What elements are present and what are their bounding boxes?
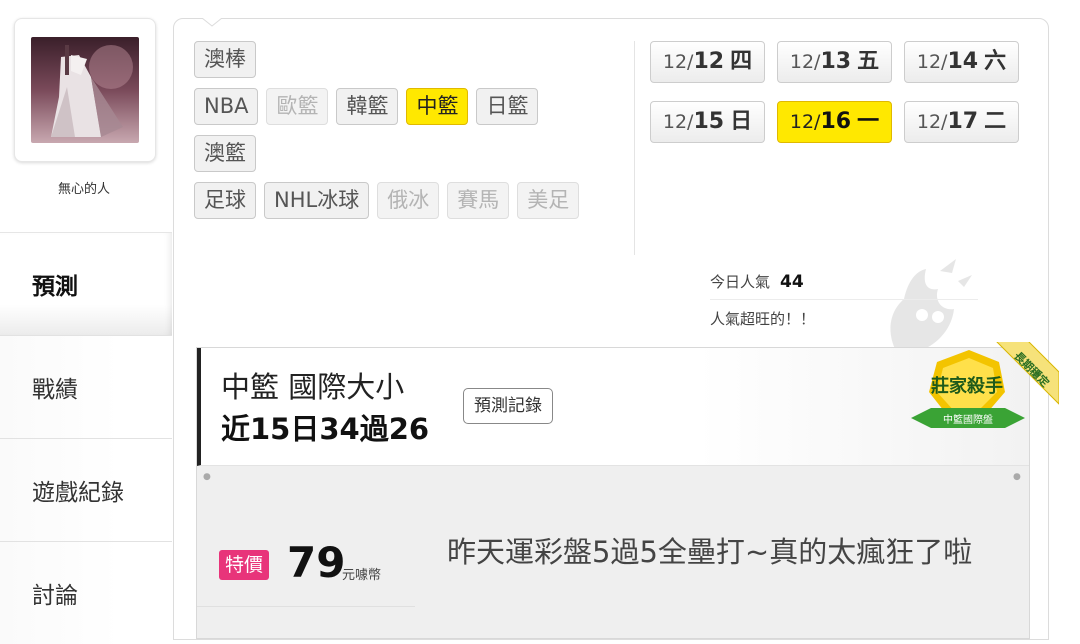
- league-filter: 澳棒 NBA 歐籃 韓籃 中籃 日籃 澳籃 足球 NHL冰球 俄冰 賽馬 美足: [194, 41, 624, 229]
- league-row: 足球 NHL冰球 俄冰 賽馬 美足: [194, 182, 624, 219]
- pin-icon: ●: [1013, 472, 1021, 482]
- nav-item-game-history[interactable]: 遊戲紀錄: [0, 438, 172, 541]
- date-chip-12-12[interactable]: 12/12 四: [650, 41, 765, 83]
- username[interactable]: 無心的人: [0, 178, 168, 197]
- main-panel: 澳棒 NBA 歐籃 韓籃 中籃 日籃 澳籃 足球 NHL冰球 俄冰 賽馬 美足 …: [173, 18, 1059, 640]
- date-chip-12-15[interactable]: 12/15 日: [650, 101, 765, 143]
- date-row: 12/15 日 12/16 一 12/17 二: [650, 101, 1030, 143]
- nav-item-record[interactable]: 戰績: [0, 335, 172, 438]
- league-chip-american-football: 美足: [517, 182, 580, 219]
- league-chip-nhl[interactable]: NHL冰球: [264, 182, 370, 219]
- date-selector: 12/12 四 12/13 五 12/14 六 12/15 日 12/16 一 …: [650, 41, 1030, 161]
- nav-item-predict[interactable]: 預測: [0, 232, 172, 335]
- prediction-card-header: 中籃 國際大小 近15日34過26 預測記錄 莊家殺手 中籃國際盤 長期穩定: [197, 342, 1059, 466]
- badge-subtitle: 中籃國際盤: [943, 413, 993, 426]
- popularity-panel: 今日人氣 44 人氣超旺的！！: [710, 265, 980, 329]
- league-chip-russia-hockey: 俄冰: [377, 182, 440, 219]
- popularity-status: 人氣超旺的！！: [710, 310, 816, 328]
- league-chip-aus-baseball[interactable]: 澳棒: [194, 41, 256, 78]
- date-chip-12-13[interactable]: 12/13 五: [777, 41, 892, 83]
- avatar[interactable]: [31, 37, 139, 143]
- league-chip-euro-basketball: 歐籃: [266, 88, 329, 125]
- league-chip-korea-basketball[interactable]: 韓籃: [336, 88, 399, 125]
- prediction-stat: 近15日34過26: [221, 412, 430, 446]
- divider: [197, 606, 415, 607]
- date-chip-12-16[interactable]: 12/16 一: [777, 101, 892, 143]
- league-row: 澳籃: [194, 135, 624, 172]
- league-chip-japan-basketball[interactable]: 日籃: [476, 88, 539, 125]
- nav-item-discussion[interactable]: 討論: [0, 541, 172, 644]
- avatar-card[interactable]: [14, 18, 156, 162]
- league-chip-soccer[interactable]: 足球: [194, 182, 256, 219]
- dealer-killer-badge-icon: 莊家殺手 中籃國際盤 長期穩定: [911, 342, 1059, 428]
- date-chip-12-14[interactable]: 12/14 六: [904, 41, 1019, 83]
- popularity-label: 今日人氣: [710, 273, 771, 291]
- popularity-value: 44: [780, 272, 804, 292]
- league-chip-aus-basketball[interactable]: 澳籃: [194, 135, 256, 172]
- price-value: 79: [287, 538, 346, 587]
- prediction-title: 中籃 國際大小: [221, 370, 405, 404]
- league-chip-horse-racing: 賽馬: [447, 182, 510, 219]
- league-chip-nba[interactable]: NBA: [194, 88, 259, 125]
- date-row: 12/12 四 12/13 五 12/14 六: [650, 41, 1030, 83]
- sidebar-nav: 預測 戰績 遊戲紀錄 討論: [0, 232, 172, 644]
- special-price-tag: 特價: [219, 550, 269, 580]
- league-row: NBA 歐籃 韓籃 中籃 日籃: [194, 88, 624, 125]
- panel-notch: [202, 18, 222, 27]
- prediction-record-button[interactable]: 預測記錄: [463, 388, 553, 424]
- sidebar: 無心的人 預測 戰績 遊戲紀錄 討論: [0, 0, 172, 644]
- badge-title: 莊家殺手: [931, 375, 1003, 397]
- popularity-count: 今日人氣 44: [710, 265, 978, 300]
- league-row: 澳棒: [194, 41, 624, 78]
- divider: [634, 41, 635, 255]
- prediction-card: 中籃 國際大小 近15日34過26 預測記錄 莊家殺手 中籃國際盤 長期穩定 ●…: [196, 342, 1059, 639]
- price-unit: 元噱幣: [342, 568, 382, 583]
- prediction-headline[interactable]: 昨天運彩盤5過5全壘打~真的太瘋狂了啦: [447, 528, 1007, 576]
- pin-icon: ●: [203, 472, 211, 482]
- league-chip-china-basketball[interactable]: 中籃: [406, 88, 469, 125]
- date-chip-12-17[interactable]: 12/17 二: [904, 101, 1019, 143]
